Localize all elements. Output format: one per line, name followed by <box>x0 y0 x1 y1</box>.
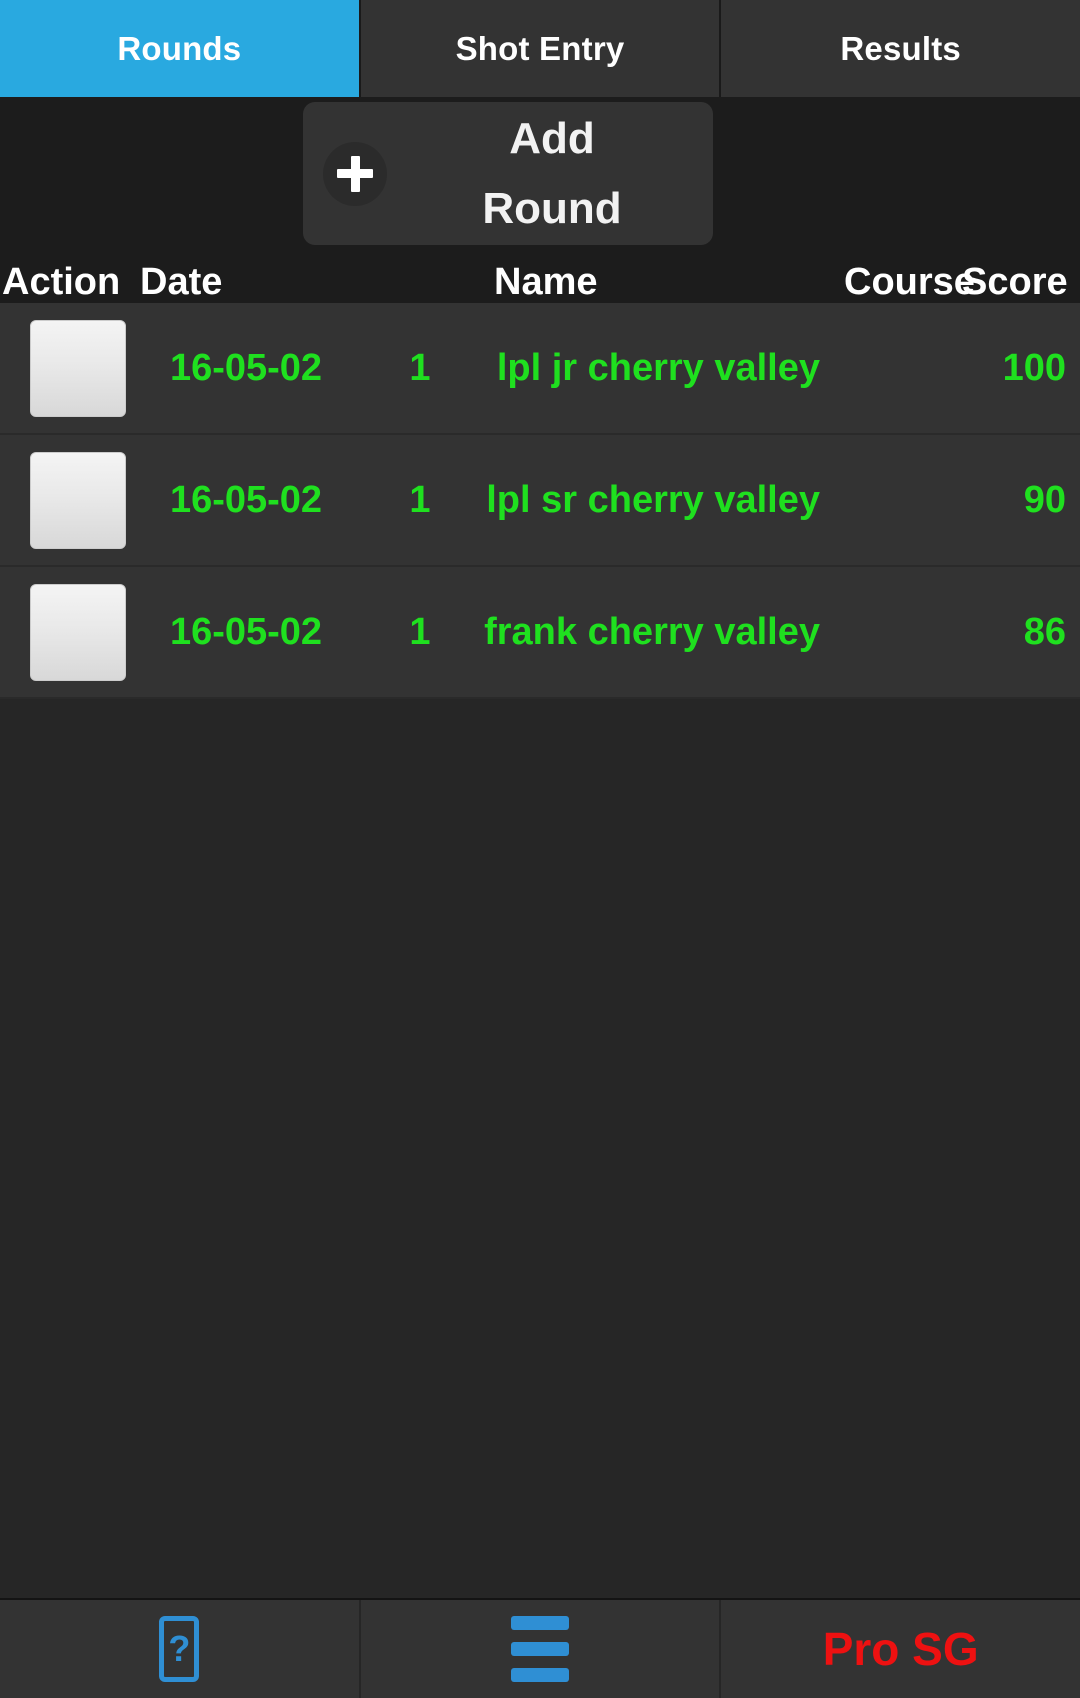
table-row[interactable]: 16-05-02 1 lpl sr cherry valley 90 <box>0 435 1080 567</box>
column-header-score: Score <box>962 261 1068 303</box>
row-number: 1 <box>409 478 431 521</box>
hamburger-bar <box>511 1616 569 1630</box>
help-phone-icon: ? <box>159 1616 200 1682</box>
add-round-button[interactable]: Add Round <box>303 102 713 245</box>
brand-label: Pro SG <box>822 1623 979 1675</box>
tab-rounds-label: Rounds <box>117 29 242 67</box>
row-name: lpl sr cherry valley <box>486 478 820 521</box>
bottom-bar: ? Pro SG <box>0 1598 1080 1698</box>
row-score: 100 <box>1002 346 1066 389</box>
bottom-item-help[interactable]: ? <box>0 1600 361 1698</box>
column-header-name: Name <box>494 261 598 303</box>
empty-list-area <box>0 699 1080 1598</box>
row-action-cell <box>0 319 132 417</box>
row-name: frank cherry valley <box>484 610 820 653</box>
hamburger-bar <box>511 1668 569 1682</box>
top-tab-bar: Rounds Shot Entry Results <box>0 0 1080 97</box>
rounds-list: 16-05-02 1 lpl jr cherry valley 100 16-0… <box>0 303 1080 699</box>
table-header: Action Date Name Course Score <box>0 245 1080 303</box>
help-question-glyph: ? <box>168 1628 191 1669</box>
tab-results-label: Results <box>840 29 961 67</box>
column-header-date: Date <box>140 261 223 303</box>
row-action-button[interactable] <box>30 451 126 549</box>
table-row[interactable]: 16-05-02 1 frank cherry valley 86 <box>0 567 1080 699</box>
row-number: 1 <box>409 610 431 653</box>
row-score: 86 <box>1023 610 1066 653</box>
row-date: 16-05-02 <box>169 610 323 653</box>
column-header-action: Action <box>2 261 121 303</box>
row-action-button[interactable] <box>30 319 126 417</box>
row-action-cell <box>0 583 132 681</box>
row-action-button[interactable] <box>30 583 126 681</box>
row-action-cell <box>0 451 132 549</box>
plus-icon <box>323 141 387 206</box>
tab-shot-entry-label: Shot Entry <box>455 29 625 67</box>
bottom-item-menu[interactable] <box>360 1600 722 1698</box>
add-round-label: Add Round <box>399 104 713 243</box>
hamburger-bar <box>511 1642 569 1656</box>
row-number: 1 <box>409 346 431 389</box>
tab-rounds[interactable]: Rounds <box>0 0 361 97</box>
add-round-label-line1: Add <box>509 113 595 163</box>
hamburger-menu-icon <box>511 1616 569 1682</box>
row-score: 90 <box>1023 478 1066 521</box>
row-date: 16-05-02 <box>169 346 323 389</box>
tab-shot-entry[interactable]: Shot Entry <box>360 0 722 97</box>
row-name: lpl jr cherry valley <box>496 346 820 389</box>
table-row[interactable]: 16-05-02 1 lpl jr cherry valley 100 <box>0 303 1080 435</box>
tab-results[interactable]: Results <box>721 0 1080 97</box>
app-root: Rounds Shot Entry Results Add Round Acti… <box>0 0 1080 1698</box>
row-date: 16-05-02 <box>169 478 323 521</box>
add-round-toolbar: Add Round <box>0 97 1080 245</box>
bottom-item-brand[interactable]: Pro SG <box>721 1600 1080 1698</box>
add-round-label-line2: Round <box>482 183 622 233</box>
column-header-course: Course <box>844 261 975 303</box>
